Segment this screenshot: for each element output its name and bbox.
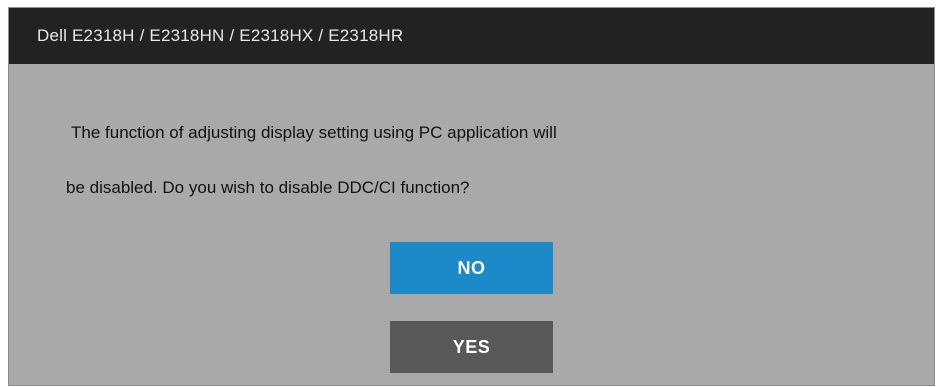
no-button[interactable]: NO	[390, 242, 553, 294]
monitor-model-title: Dell E2318H / E2318HN / E2318HX / E2318H…	[37, 26, 404, 45]
yes-button[interactable]: YES	[390, 321, 553, 373]
title-bar: Dell E2318H / E2318HN / E2318HX / E2318H…	[9, 8, 934, 64]
ddc-ci-confirm-dialog: Dell E2318H / E2318HN / E2318HX / E2318H…	[8, 7, 935, 386]
message-line-1: The function of adjusting display settin…	[71, 123, 557, 142]
confirmation-message: The function of adjusting display settin…	[9, 64, 934, 224]
message-line-2: be disabled. Do you wish to disable DDC/…	[66, 178, 470, 197]
